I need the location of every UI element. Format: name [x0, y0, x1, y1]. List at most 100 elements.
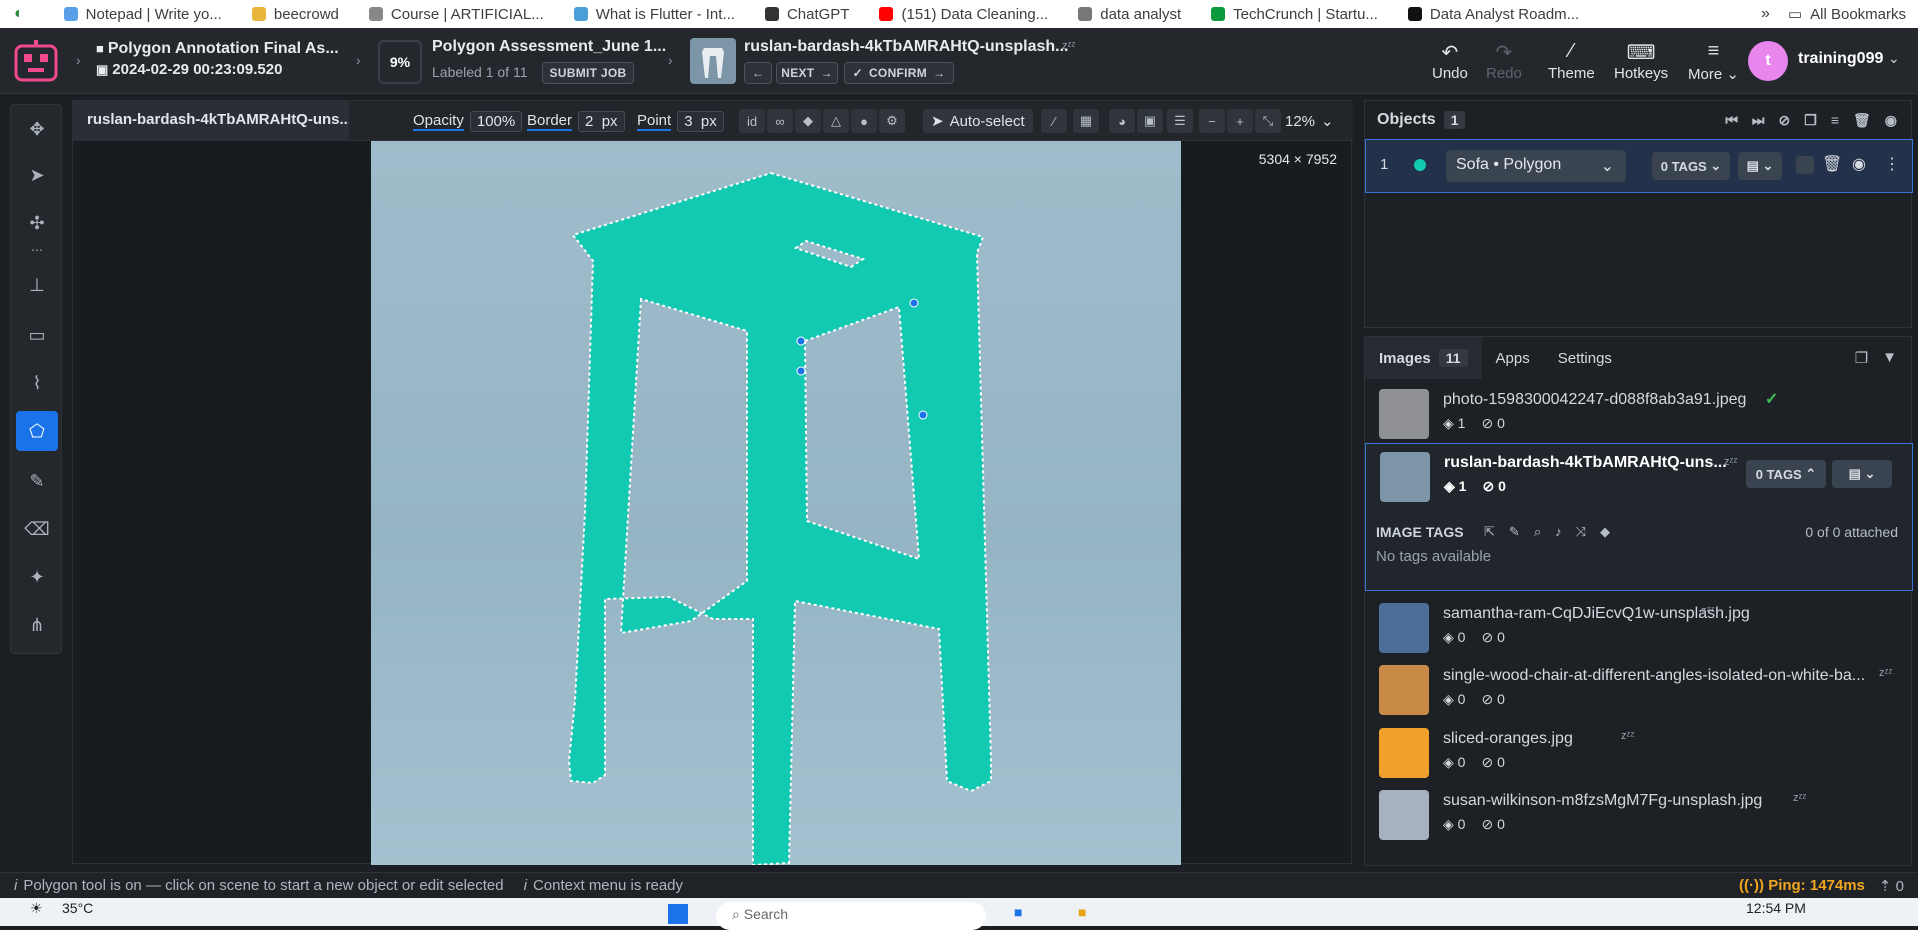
list-item[interactable]: susan-wilkinson-m8fzsMgM7Fg-unsplash.jpg…: [1365, 782, 1913, 844]
prev-button[interactable]: ←: [744, 62, 772, 84]
bookmark-item[interactable]: TechCrunch | Startu...: [1211, 6, 1378, 23]
filter-icon[interactable]: ▼: [1882, 349, 1897, 367]
tab-settings[interactable]: Settings: [1544, 337, 1626, 379]
search-icon[interactable]: ⌕: [1534, 524, 1541, 540]
hotkeys-button[interactable]: ⌨ Hotkeys: [1614, 40, 1668, 82]
image-tags-button[interactable]: 0 TAGS ⌃: [1746, 460, 1826, 488]
bookmark-item[interactable]: ChatGPT: [764, 6, 849, 23]
point-tool-icon[interactable]: ⊥: [16, 265, 58, 305]
current-image-item[interactable]: ruslan-bardash-4kTbAMRAHtQ-uns... zᶻᶻ ◈ …: [1365, 443, 1913, 591]
rectangle-tool-icon[interactable]: ▭: [16, 315, 58, 355]
all-bookmarks-link[interactable]: All Bookmarks: [1810, 6, 1906, 23]
bookmark-item[interactable]: Notepad | Write yo...: [63, 6, 222, 23]
bookmark-item[interactable]: Data Analyst Roadm...: [1407, 6, 1579, 23]
tab-images[interactable]: Images 11: [1365, 337, 1482, 379]
trash-icon[interactable]: 🗑: [1822, 154, 1842, 174]
zoom-out-icon[interactable]: −: [1199, 109, 1225, 133]
point-input[interactable]: 3 px: [677, 110, 724, 132]
eye-icon[interactable]: ◉: [1852, 154, 1866, 174]
id-icon[interactable]: id: [739, 109, 765, 133]
border-control[interactable]: Border 2 px: [527, 109, 625, 133]
move-tool-icon[interactable]: ✣: [16, 203, 58, 243]
folder-icon[interactable]: ■: [1078, 904, 1086, 920]
vertex-handle[interactable]: [918, 410, 928, 420]
app-icon[interactable]: ■: [1014, 904, 1022, 920]
gear-icon[interactable]: ⚙: [879, 109, 905, 133]
windows-start-icon[interactable]: [668, 904, 688, 924]
tab-apps[interactable]: Apps: [1482, 337, 1544, 379]
edit-icon[interactable]: ✎: [1509, 524, 1520, 540]
bookmark-item[interactable]: What is Flutter - Int...: [573, 6, 735, 23]
vertex-handle[interactable]: [796, 336, 806, 346]
app-logo-icon[interactable]: [14, 40, 58, 82]
export-icon[interactable]: ⇱: [1484, 524, 1495, 540]
bookmark-item[interactable]: (151) Data Cleaning...: [879, 6, 1048, 23]
list-item[interactable]: photo-1598300042247-d088f8ab3a91.jpeg ◈ 1…: [1365, 381, 1913, 443]
confirm-button[interactable]: ✓ CONFIRM →: [844, 62, 954, 84]
stool-polygon-overlay[interactable]: [371, 141, 1181, 865]
vertex-handle[interactable]: [796, 366, 806, 376]
hide-all-icon[interactable]: ⊘: [1779, 112, 1791, 129]
list-item[interactable]: sliced-oranges.jpg zᶻᶻ ◈ 0 ⊘ 0: [1365, 720, 1913, 782]
tag-icon[interactable]: ◆: [1600, 524, 1610, 540]
opacity-input[interactable]: 100%: [469, 110, 523, 132]
object-row[interactable]: 1 Sofa • Polygon ⌄ 0 TAGS ⌄ ▤ ⌄ 🗑 ◉ ⋮: [1365, 139, 1913, 193]
bookmark-item[interactable]: Course | ARTIFICIAL...: [368, 6, 544, 23]
eye-icon[interactable]: ◉: [1885, 112, 1897, 129]
image-title[interactable]: ruslan-bardash-4kTbAMRAHtQ-unsplash...: [744, 38, 1068, 56]
border-input[interactable]: 2 px: [578, 110, 625, 132]
grid-icon[interactable]: ▦: [1073, 109, 1099, 133]
project-title[interactable]: ■ Polygon Annotation Final As...: [96, 40, 339, 58]
username[interactable]: training099: [1798, 50, 1883, 68]
bookmark-item[interactable]: beecrowd: [251, 6, 339, 23]
layout-icon[interactable]: ▣: [1137, 109, 1163, 133]
copy-icon[interactable]: ❐: [1855, 349, 1868, 367]
palette-icon[interactable]: ◕: [1109, 109, 1135, 133]
fit-icon[interactable]: ⤡: [1255, 109, 1281, 133]
file-tab[interactable]: ruslan-bardash-4kTbAMRAHtQ-uns...: [73, 101, 349, 141]
auto-select-button[interactable]: ➤ Auto-select: [923, 109, 1033, 133]
pan-tool-icon[interactable]: ✥: [16, 109, 58, 149]
overflow-chevron-icon[interactable]: »: [1761, 5, 1770, 23]
next-button[interactable]: NEXT →: [776, 62, 838, 84]
job-title[interactable]: Polygon Assessment_June 1...: [432, 38, 666, 56]
polygon-annotation[interactable]: [567, 171, 992, 865]
avatar[interactable]: t: [1748, 41, 1788, 81]
vertex-handle[interactable]: [909, 298, 919, 308]
tag-icon[interactable]: ◆: [795, 109, 821, 133]
undo-button[interactable]: ↶ Undo: [1432, 40, 1468, 82]
link-icon[interactable]: ∞: [767, 109, 793, 133]
kebab-menu-icon[interactable]: ⋮: [1884, 154, 1900, 174]
eraser-tool-icon[interactable]: ⌫: [16, 509, 58, 549]
list-item[interactable]: single-wood-chair-at-different-angles-is…: [1365, 657, 1913, 719]
first-icon[interactable]: ⏮: [1725, 112, 1738, 129]
point-control[interactable]: Point 3 px: [637, 109, 724, 133]
zoom-in-icon[interactable]: +: [1227, 109, 1253, 133]
redo-button[interactable]: ↷ Redo: [1486, 40, 1522, 82]
color-swatch[interactable]: [1796, 156, 1814, 174]
list-item[interactable]: samantha-ram-CqDJiEcvQ1w-unsplash.jpg zᶻᶻ…: [1365, 595, 1913, 657]
class-select[interactable]: Sofa • Polygon ⌄: [1446, 150, 1626, 182]
image-note-button[interactable]: ▤ ⌄: [1832, 460, 1892, 488]
shuffle-icon[interactable]: ⤨: [1576, 524, 1586, 540]
magic-wand-icon[interactable]: ✦: [16, 557, 58, 597]
brush-tool-icon[interactable]: ✎: [16, 461, 58, 501]
submit-job-button[interactable]: SUBMIT JOB: [542, 62, 634, 84]
zoom-select[interactable]: 12% ⌄: [1285, 109, 1334, 133]
last-icon[interactable]: ⏭: [1752, 112, 1765, 129]
wand-icon[interactable]: ⁄: [1041, 109, 1067, 133]
theme-button[interactable]: ⁄ Theme: [1548, 40, 1595, 82]
more-button[interactable]: ≡ More ⌄: [1688, 40, 1739, 83]
object-tags-button[interactable]: 0 TAGS ⌄: [1652, 152, 1730, 180]
person-icon[interactable]: ●: [851, 109, 877, 133]
shapes-icon[interactable]: △: [823, 109, 849, 133]
select-tool-icon[interactable]: ➤: [16, 155, 58, 195]
graph-tool-icon[interactable]: ⋔: [16, 605, 58, 645]
polygon-tool-icon[interactable]: ⬠: [16, 411, 58, 451]
chevron-down-icon[interactable]: ⌄: [1888, 50, 1900, 67]
object-note-button[interactable]: ▤ ⌄: [1738, 152, 1782, 180]
polyline-tool-icon[interactable]: ⌇: [16, 363, 58, 403]
trash-icon[interactable]: 🗑: [1853, 112, 1871, 129]
bookmark-item[interactable]: data analyst: [1078, 6, 1181, 23]
filter-icon[interactable]: ≡: [1831, 112, 1839, 129]
